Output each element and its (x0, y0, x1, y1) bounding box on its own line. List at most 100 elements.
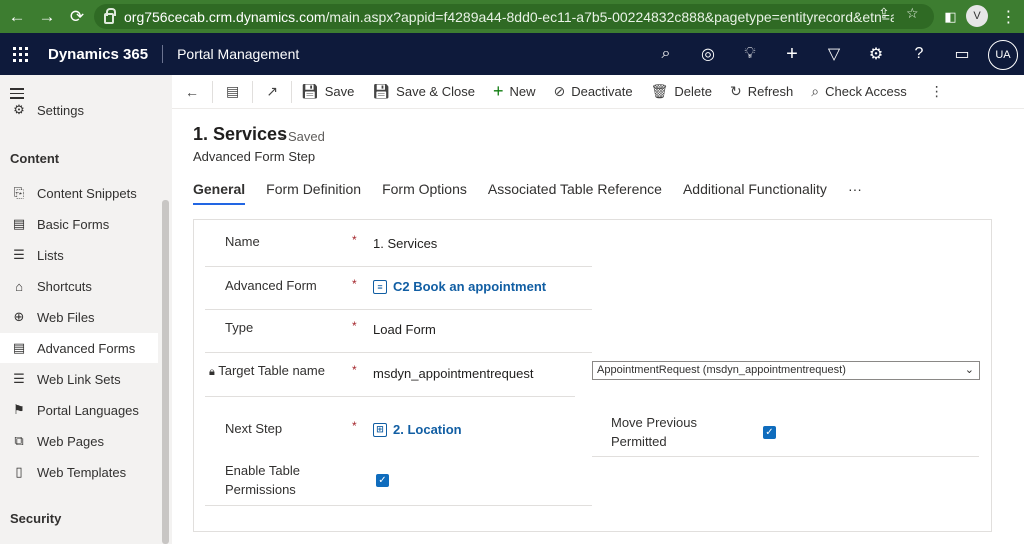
advanced-form-label: Advanced Form (225, 278, 317, 293)
entity-name: Advanced Form Step (193, 149, 316, 164)
sidebar-section-security: Security (10, 511, 62, 526)
lock-icon: 🔒︎ (209, 366, 215, 378)
tab-form-options[interactable]: Form Options (382, 181, 467, 205)
settings-icon: ⚙ (13, 102, 25, 117)
form-selector-button[interactable]: ▤ (213, 75, 252, 109)
enable-permissions-label: Enable Table Permissions (225, 463, 300, 497)
advanced-form-lookup[interactable]: ≡ C2 Book an appointment (373, 279, 546, 294)
sidebar-item-web-files[interactable]: ⊕ Web Files (0, 302, 158, 332)
address-bar[interactable]: org756cecab.crm.dynamics.com/main.aspx?a… (94, 4, 934, 29)
sidebar-item-shortcuts[interactable]: ⌂ Shortcuts (0, 271, 158, 301)
more-vertical-icon: ⋮ (929, 83, 944, 99)
required-marker: * (352, 419, 357, 433)
sidebar-scrollbar[interactable] (162, 200, 169, 544)
field-divider (205, 266, 592, 267)
tab-associated-table-reference[interactable]: Associated Table Reference (488, 181, 662, 205)
refresh-button[interactable]: ↻ Refresh (721, 75, 802, 109)
back-button[interactable]: ← (172, 75, 212, 109)
tab-additional-functionality[interactable]: Additional Functionality (683, 181, 827, 205)
form-icon: ▤ (12, 216, 26, 231)
deactivate-icon: ⊘ (553, 83, 566, 99)
gear-icon[interactable]: ⚙ (860, 38, 892, 70)
help-icon[interactable]: ? (903, 38, 935, 70)
app-name[interactable]: Dynamics 365 (48, 46, 148, 63)
lightbulb-icon[interactable]: 💡︎ (734, 38, 766, 70)
advanced-form-icon: ▤ (12, 340, 26, 355)
star-icon[interactable]: ☆ (906, 5, 919, 22)
type-label: Type (225, 320, 254, 335)
field-divider (205, 309, 592, 310)
save-status: - Saved (280, 129, 325, 144)
snippet-icon: ⎘ (13, 185, 25, 200)
browser-menu-icon[interactable]: ⋮ (996, 4, 1021, 29)
move-previous-checkbox[interactable]: ✓ (763, 426, 776, 439)
target-table-field: msdyn_appointmentrequest (373, 366, 534, 381)
form-record-icon: ≡ (373, 279, 387, 294)
command-bar: ← ▤ ↗ 💾︎ Save 💾︎ Save & Close + New ⊘ Deacti… (172, 75, 1024, 109)
field-divider (592, 456, 979, 457)
form-icon: ▤ (226, 83, 240, 99)
move-previous-label: Move Previous Permitted (611, 415, 697, 449)
sidebar-item-web-templates[interactable]: ▯ Web Templates (0, 457, 158, 487)
profile-avatar[interactable]: V (966, 5, 988, 27)
field-divider (205, 505, 592, 506)
trash-icon: 🗑︎ (650, 83, 669, 99)
target-table-dropdown[interactable]: AppointmentRequest (msdyn_appointmentreq… (592, 361, 980, 380)
save-and-close-button[interactable]: 💾︎ Save & Close (363, 75, 484, 109)
open-new-window-button[interactable]: ↗ (253, 75, 291, 109)
save-icon: 💾︎ (300, 83, 319, 99)
task-flow-icon[interactable]: ◎ (692, 38, 724, 70)
sidebar-item-basic-forms[interactable]: ▤ Basic Forms (0, 209, 158, 239)
required-marker: * (352, 233, 357, 247)
sidebar-toggle-icon[interactable]: ◧ (938, 4, 963, 29)
share-icon[interactable]: ⇪ (878, 5, 890, 22)
sidebar-item-web-link-sets[interactable]: ☰ Web Link Sets (0, 364, 158, 394)
sidebar-item-lists[interactable]: ☰ Lists (0, 240, 158, 270)
sidebar-section-content: Content (10, 151, 60, 166)
forward-arrow-icon[interactable]: → (32, 0, 62, 33)
sidebar-item-web-pages[interactable]: ⧉ Web Pages (0, 426, 158, 456)
tab-form-definition[interactable]: Form Definition (266, 181, 361, 205)
required-marker: * (352, 277, 357, 291)
reload-icon[interactable]: ⟳ (62, 0, 92, 33)
tab-more[interactable]: ··· (848, 181, 862, 205)
next-step-label: Next Step (225, 421, 283, 436)
enable-permissions-checkbox[interactable]: ✓ (376, 474, 389, 487)
shortcut-icon: ⌂ (15, 278, 23, 294)
area-name[interactable]: Portal Management (177, 46, 299, 62)
chat-icon[interactable]: ▭ (946, 38, 978, 70)
link-set-icon: ☰ (13, 371, 25, 386)
template-icon: ▯ (15, 464, 23, 479)
filter-icon[interactable]: ▽ (818, 38, 850, 70)
back-arrow-icon[interactable]: ← (2, 0, 32, 33)
user-avatar[interactable]: UA (988, 40, 1018, 70)
app-launcher-icon[interactable] (0, 46, 40, 62)
plus-icon[interactable]: + (776, 38, 808, 70)
check-access-button[interactable]: ⌕ Check Access (802, 75, 916, 109)
save-button[interactable]: 💾︎ Save (292, 75, 363, 109)
new-button[interactable]: + New (484, 75, 545, 109)
form-tabs: General Form Definition Form Options Ass… (193, 181, 883, 205)
chevron-down-icon: ⌄ (964, 364, 974, 376)
tab-general[interactable]: General (193, 181, 246, 205)
sidebar-item-settings[interactable]: ⚙ Settings (0, 98, 158, 122)
name-field[interactable]: 1. Services (373, 236, 437, 251)
header-divider (162, 45, 164, 63)
sidebar-item-portal-languages[interactable]: ⚑ Portal Languages (0, 395, 158, 425)
field-divider (205, 352, 592, 353)
deactivate-button[interactable]: ⊘ Deactivate (544, 75, 641, 109)
delete-button[interactable]: 🗑︎ Delete (642, 75, 721, 109)
name-label: Name (225, 234, 260, 249)
refresh-icon: ↻ (729, 83, 742, 99)
target-table-label: 🔒︎ Target Table name (209, 363, 325, 378)
save-close-icon: 💾︎ (372, 83, 391, 99)
sidebar-item-content-snippets[interactable]: ⎘ Content Snippets (0, 178, 158, 208)
next-step-lookup[interactable]: ⊞ 2. Location (373, 422, 462, 437)
url-text: org756cecab.crm.dynamics.com/main.aspx?a… (124, 8, 894, 25)
sidebar-item-advanced-forms[interactable]: ▤ Advanced Forms (0, 333, 158, 363)
web-file-icon: ⊕ (13, 309, 25, 324)
type-field[interactable]: Load Form (373, 322, 436, 337)
more-commands-button[interactable]: ⋮ (916, 75, 958, 109)
search-icon[interactable]: ⌕ (650, 38, 682, 70)
required-marker: * (352, 319, 357, 333)
